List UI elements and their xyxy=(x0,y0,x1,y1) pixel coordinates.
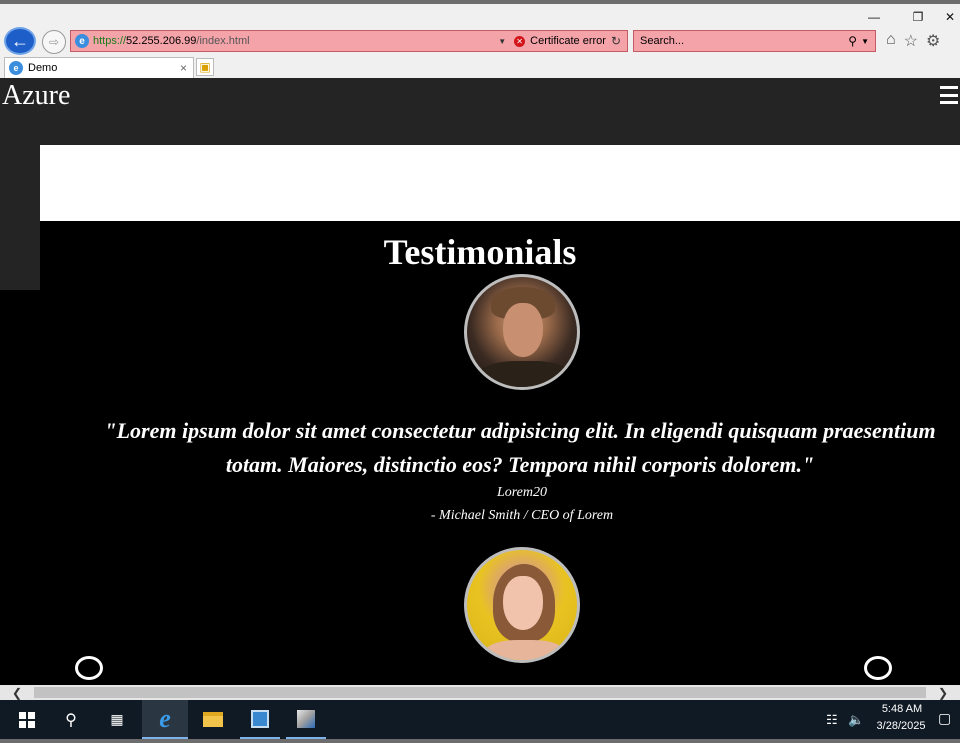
certificate-error-label[interactable]: Certificate error xyxy=(530,35,606,47)
new-tab-button[interactable]: ▣ xyxy=(196,58,214,76)
window-controls: — ❐ ✕ xyxy=(852,6,960,28)
search-placeholder: Search... xyxy=(640,35,685,47)
network-icon[interactable]: ☷ xyxy=(826,712,838,728)
certificate-error-icon[interactable]: ✕ xyxy=(514,35,526,47)
window-bottom-edge xyxy=(0,739,960,743)
browser-tools: ⌂ ☆ ⚙ xyxy=(886,31,940,51)
refresh-icon[interactable]: ↻ xyxy=(611,34,621,48)
scrollbar-thumb[interactable] xyxy=(34,687,926,698)
notification-icon[interactable]: ▢ xyxy=(938,710,951,727)
clock-date[interactable]: 3/28/2025 xyxy=(872,720,930,732)
search-input[interactable]: Search... ⚲ ▼ xyxy=(633,30,876,52)
task-view-icon[interactable]: ▦ xyxy=(98,700,136,739)
search-dropdown-icon[interactable]: ▼ xyxy=(861,37,869,46)
testimonial-tag: Lorem20 xyxy=(496,485,548,500)
arrow-left-icon: ← xyxy=(11,30,29,51)
navigation-row: ← ⇨ e https:// 52.255.206.99 /index.html… xyxy=(0,26,960,56)
window-top-edge xyxy=(0,0,960,4)
ie-tab-icon: e xyxy=(9,61,23,75)
testimonial-avatar xyxy=(464,547,580,663)
server-manager-icon[interactable] xyxy=(240,700,280,739)
start-button[interactable] xyxy=(8,700,46,739)
close-button[interactable]: ✕ xyxy=(940,6,960,28)
back-button[interactable]: ← xyxy=(4,27,36,55)
taskbar: ⚲ ▦ e xyxy=(0,700,960,739)
scroll-right-icon[interactable]: ❯ xyxy=(926,685,960,700)
search-icon[interactable]: ⚲ xyxy=(848,34,857,48)
restore-button[interactable]: ❐ xyxy=(896,6,940,28)
testimonial-quote: "Lorem ipsum dolor sit amet consectetur … xyxy=(104,418,936,477)
volume-muted-icon[interactable]: 🔈 xyxy=(848,712,864,728)
hamburger-menu-icon[interactable] xyxy=(940,86,958,104)
url-prefix: https:// xyxy=(93,35,127,47)
url-host: 52.255.206.99 xyxy=(126,35,197,47)
carousel-next-indicator[interactable] xyxy=(864,656,892,680)
ie-icon: e xyxy=(75,34,89,48)
url-path: /index.html xyxy=(196,35,250,47)
star-icon[interactable]: ☆ xyxy=(904,31,918,51)
site-header: Azure xyxy=(0,78,960,145)
windows-logo-icon xyxy=(19,711,35,728)
browser-window: — ❐ ✕ ← ⇨ e https:// 52.255.206.99 /inde… xyxy=(0,0,960,743)
clock-time[interactable]: 5:48 AM xyxy=(876,703,928,715)
gear-icon[interactable]: ⚙ xyxy=(926,31,940,51)
tab-demo[interactable]: e Demo × xyxy=(4,57,194,78)
carousel-prev-indicator[interactable] xyxy=(75,656,103,680)
taskbar-search-icon[interactable]: ⚲ xyxy=(52,700,90,739)
tab-close-icon[interactable]: × xyxy=(180,61,187,75)
home-icon[interactable]: ⌂ xyxy=(886,31,896,51)
file-explorer-icon[interactable] xyxy=(192,700,234,739)
testimonial-avatar xyxy=(464,274,580,390)
arrow-right-icon: ⇨ xyxy=(48,35,60,49)
page-viewport: Azure Testimonials "Lorem ipsum dolor si… xyxy=(0,78,960,685)
brand-logo[interactable]: Azure xyxy=(2,80,70,112)
horizontal-scrollbar[interactable]: ❮ ❯ xyxy=(0,685,960,700)
section-title: Testimonials xyxy=(383,232,577,272)
tab-title: Demo xyxy=(28,62,58,74)
banner xyxy=(40,145,960,221)
scroll-left-icon[interactable]: ❮ xyxy=(0,685,34,700)
testimonial-author: - Michael Smith / CEO of Lorem xyxy=(430,508,614,523)
tab-row: e Demo × ▣ xyxy=(0,56,960,78)
address-bar[interactable]: e https:// 52.255.206.99 /index.html ▼ ✕… xyxy=(70,30,628,52)
minimize-button[interactable]: — xyxy=(852,6,896,28)
app-cube-icon[interactable] xyxy=(286,700,326,739)
taskbar-ie-icon[interactable]: e xyxy=(142,700,188,739)
address-dropdown-icon[interactable]: ▼ xyxy=(498,37,506,46)
forward-button[interactable]: ⇨ xyxy=(42,30,66,54)
